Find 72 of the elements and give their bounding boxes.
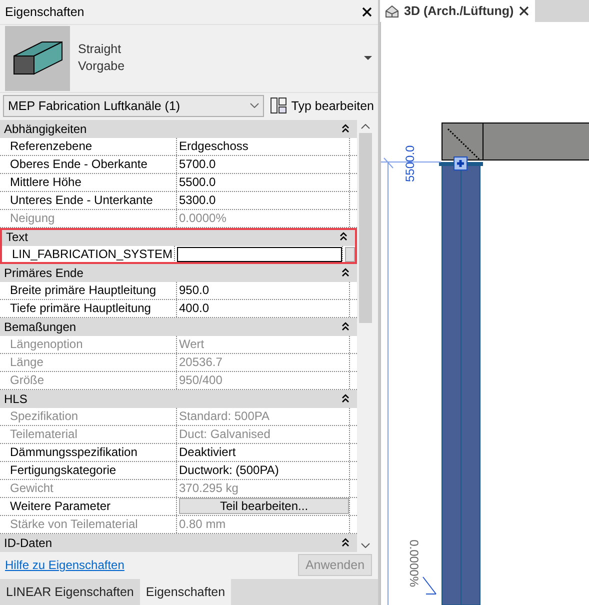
property-value: Ductwork: (500PA) [179,463,279,478]
house-icon [385,4,399,18]
collapse-icon[interactable] [342,394,349,404]
chevron-down-icon [250,103,260,108]
property-name: Längenoption [0,336,177,353]
slope-arrow-icon [422,576,436,594]
help-link[interactable]: Hilfe zu Eigenschaften [5,558,124,572]
property-value: 20536.7 [179,355,222,370]
collapse-icon[interactable] [342,322,349,332]
property-name: Referenzebene [0,138,177,155]
property-value: Standard: 500PA [179,409,270,424]
panel-title: Eigenschaften [5,4,84,19]
group-header[interactable]: ID-Daten [0,534,357,552]
property-value: Deaktiviert [179,445,236,460]
group-header[interactable]: Text [2,228,355,246]
property-name: Weitere Parameter [0,498,177,515]
property-value: 950/400 [179,373,222,388]
type-selector[interactable]: Straight Vorgabe [0,24,378,93]
scroll-thumb[interactable] [359,132,372,323]
property-input-field[interactable] [176,246,342,262]
property-name: Teilematerial [0,426,177,443]
property-name: Länge [0,354,177,371]
property-name: Stärke von Teilematerial [0,516,177,533]
property-name: Mittlere Höhe [0,174,177,191]
move-handle-icon[interactable] [454,156,468,170]
panel-tab[interactable]: Eigenschaften [140,579,232,605]
property-name: Spezifikation [0,408,177,425]
property-name: Dämmungsspezifikation [0,444,177,461]
property-name: Neigung [0,210,177,227]
edit-part-button[interactable]: Teil bearbeiten... [179,498,349,514]
property-name: Tiefe primäre Hauptleitung [0,300,177,317]
group-header[interactable]: HLS [0,390,357,408]
instance-filter-dropdown[interactable]: MEP Fabrication Luftkanäle (1) [3,94,264,117]
collapse-icon[interactable] [342,124,349,134]
property-value: 5300.0 [179,193,216,208]
property-name: Gewicht [0,480,177,497]
property-value: 950.0 [179,283,210,298]
property-name: LIN_FABRICATION_SYSTEM [2,246,175,263]
property-value: 400.0 [179,301,210,316]
dropdown-arrow-icon [364,56,372,60]
property-value: 0.0000% [179,211,226,226]
property-value: Duct: Galvanised [179,427,270,442]
slope-label: 0.0000% [407,540,421,587]
edit-type-icon [270,97,288,114]
group-header[interactable]: Bemaßungen [0,318,357,336]
edit-type-button[interactable]: Typ bearbeiten [270,97,374,114]
type-name: Straight [78,41,122,58]
property-name: Oberes Ende - Oberkante [0,156,177,173]
collapse-icon[interactable] [342,538,349,548]
property-value: 5700.0 [179,157,216,172]
property-value: 5500.0 [179,175,216,190]
property-value: 0.80 mm [179,517,226,532]
view-tab[interactable]: 3D (Arch./Lüftung) [380,0,535,22]
scroll-up-icon[interactable] [361,124,370,129]
close-icon[interactable] [362,6,372,17]
property-value: Erdgeschoss [179,139,248,154]
field-side-button[interactable] [345,246,355,262]
collapse-icon[interactable] [342,268,349,278]
close-icon[interactable] [518,6,529,16]
panel-tab[interactable]: LINEAR Eigenschaften [0,579,140,605]
property-name: Fertigungskategorie [0,462,177,479]
group-header[interactable]: Primäres Ende [0,264,357,282]
property-value: Wert [179,337,204,352]
collapse-icon[interactable] [340,232,347,242]
type-subname: Vorgabe [78,58,126,76]
group-header[interactable]: Abhängigkeiten [0,120,357,138]
property-name: Breite primäre Hauptleitung [0,282,177,299]
property-name: Unteres Ende - Unterkante [0,192,177,209]
scroll-down-icon[interactable] [361,542,370,548]
dimension-label: 5500.0 [403,145,417,182]
property-value: 370.295 kg [179,481,238,496]
property-name: Größe [0,372,177,389]
